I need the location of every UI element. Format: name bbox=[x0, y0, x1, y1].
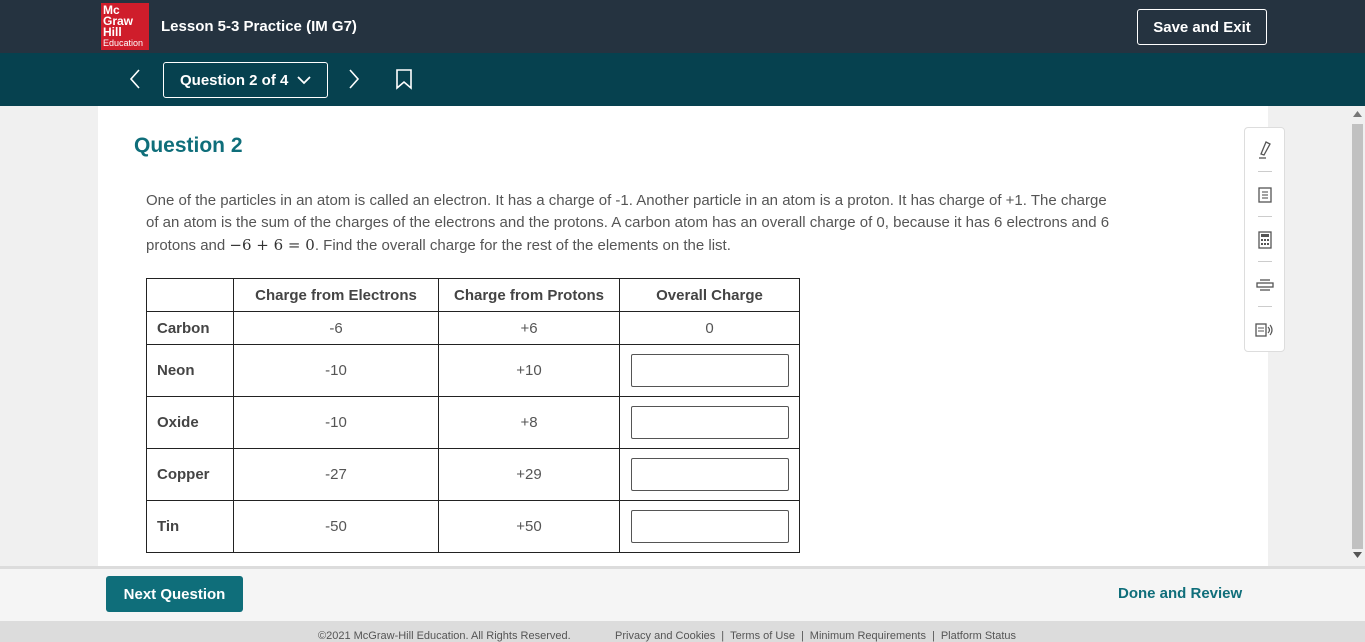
footer: ©2021 McGraw-Hill Education. All Rights … bbox=[0, 621, 1365, 642]
tool-divider bbox=[1258, 306, 1272, 307]
mcgraw-hill-logo: Mc Graw Hill Education bbox=[101, 3, 149, 50]
footer-separator: | bbox=[800, 630, 804, 642]
scrollbar-thumb[interactable] bbox=[1352, 124, 1363, 549]
math-expression: −6 + 6 = 0 bbox=[229, 236, 315, 254]
overall-charge-cell bbox=[619, 500, 800, 553]
tools-panel bbox=[1244, 127, 1285, 352]
minimum-requirements-link[interactable]: Minimum Requirements bbox=[810, 630, 926, 642]
proton-charge: +29 bbox=[438, 448, 620, 501]
privacy-link[interactable]: Privacy and Cookies bbox=[615, 630, 715, 642]
table-row: Oxide -10 +8 bbox=[146, 396, 800, 449]
table-row: Copper -27 +29 bbox=[146, 448, 800, 501]
next-question-arrow-button[interactable] bbox=[340, 65, 368, 93]
chevron-down-icon bbox=[297, 76, 311, 85]
charges-table: Charge from Electrons Charge from Proton… bbox=[146, 278, 800, 553]
platform-status-link[interactable]: Platform Status bbox=[941, 630, 1016, 642]
table-header-row: Charge from Electrons Charge from Proton… bbox=[146, 278, 800, 312]
table-header-overall: Overall Charge bbox=[619, 278, 800, 312]
oxide-overall-charge-input[interactable] bbox=[630, 406, 789, 439]
page-scrollbar[interactable] bbox=[1350, 106, 1365, 566]
overall-charge-cell bbox=[619, 448, 800, 501]
highlighter-tool-button[interactable] bbox=[1255, 140, 1275, 160]
tool-divider bbox=[1258, 261, 1272, 262]
calculator-tool-button[interactable] bbox=[1255, 230, 1275, 250]
tool-divider bbox=[1258, 171, 1272, 172]
text-to-speech-tool-button[interactable] bbox=[1255, 320, 1275, 340]
table-header-electrons: Charge from Electrons bbox=[233, 278, 439, 312]
bookmark-button[interactable] bbox=[390, 65, 418, 93]
element-name: Tin bbox=[146, 500, 234, 553]
question-selector-dropdown[interactable]: Question 2 of 4 bbox=[163, 62, 328, 98]
calculator-icon bbox=[1258, 231, 1272, 249]
save-and-exit-button[interactable]: Save and Exit bbox=[1137, 9, 1267, 45]
question-selector-label: Question 2 of 4 bbox=[180, 71, 289, 89]
scroll-up-arrow-icon[interactable] bbox=[1353, 111, 1362, 117]
electron-charge: -27 bbox=[233, 448, 439, 501]
element-name: Neon bbox=[146, 344, 234, 397]
footer-separator: | bbox=[721, 630, 725, 642]
electron-charge: -6 bbox=[233, 311, 439, 345]
table-row: Carbon -6 +6 0 bbox=[146, 311, 800, 345]
footer-separator: | bbox=[931, 630, 935, 642]
element-name: Copper bbox=[146, 448, 234, 501]
copyright-text: ©2021 McGraw-Hill Education. All Rights … bbox=[318, 630, 571, 642]
overall-charge: 0 bbox=[619, 311, 800, 345]
line-reader-tool-button[interactable] bbox=[1255, 275, 1275, 295]
scroll-down-arrow-icon[interactable] bbox=[1353, 552, 1362, 558]
element-name: Carbon bbox=[146, 311, 234, 345]
proton-charge: +6 bbox=[438, 311, 620, 345]
question-prompt: One of the particles in an atom is calle… bbox=[146, 192, 1110, 254]
electron-charge: -10 bbox=[233, 396, 439, 449]
tool-divider bbox=[1258, 216, 1272, 217]
line-reader-icon bbox=[1256, 279, 1274, 291]
overall-charge-cell bbox=[619, 396, 800, 449]
electron-charge: -50 bbox=[233, 500, 439, 553]
footer-links: Privacy and Cookies | Terms of Use | Min… bbox=[615, 630, 1016, 642]
terms-link[interactable]: Terms of Use bbox=[730, 630, 795, 642]
tin-overall-charge-input[interactable] bbox=[630, 510, 789, 543]
chevron-right-icon bbox=[349, 69, 360, 89]
notepad-tool-button[interactable] bbox=[1255, 185, 1275, 205]
proton-charge: +10 bbox=[438, 344, 620, 397]
table-header-protons: Charge from Protons bbox=[438, 278, 620, 312]
notepad-icon bbox=[1258, 187, 1272, 203]
chevron-left-icon bbox=[129, 69, 140, 89]
electron-charge: -10 bbox=[233, 344, 439, 397]
lesson-title: Lesson 5-3 Practice (IM G7) bbox=[161, 18, 357, 35]
bookmark-icon bbox=[396, 69, 412, 90]
overall-charge-cell bbox=[619, 344, 800, 397]
next-question-button[interactable]: Next Question bbox=[106, 576, 243, 612]
copper-overall-charge-input[interactable] bbox=[630, 458, 789, 491]
proton-charge: +50 bbox=[438, 500, 620, 553]
neon-overall-charge-input[interactable] bbox=[630, 354, 789, 387]
table-row: Neon -10 +10 bbox=[146, 344, 800, 397]
question-page: Question 2 One of the particles in an at… bbox=[98, 106, 1268, 566]
proton-charge: +8 bbox=[438, 396, 620, 449]
question-heading: Question 2 bbox=[134, 134, 243, 157]
text-to-speech-icon bbox=[1255, 323, 1273, 337]
element-name: Oxide bbox=[146, 396, 234, 449]
previous-question-button[interactable] bbox=[121, 65, 149, 93]
table-row: Tin -50 +50 bbox=[146, 500, 800, 553]
done-and-review-link[interactable]: Done and Review bbox=[1118, 585, 1242, 602]
table-header-element bbox=[146, 278, 234, 312]
highlighter-icon bbox=[1259, 141, 1271, 159]
